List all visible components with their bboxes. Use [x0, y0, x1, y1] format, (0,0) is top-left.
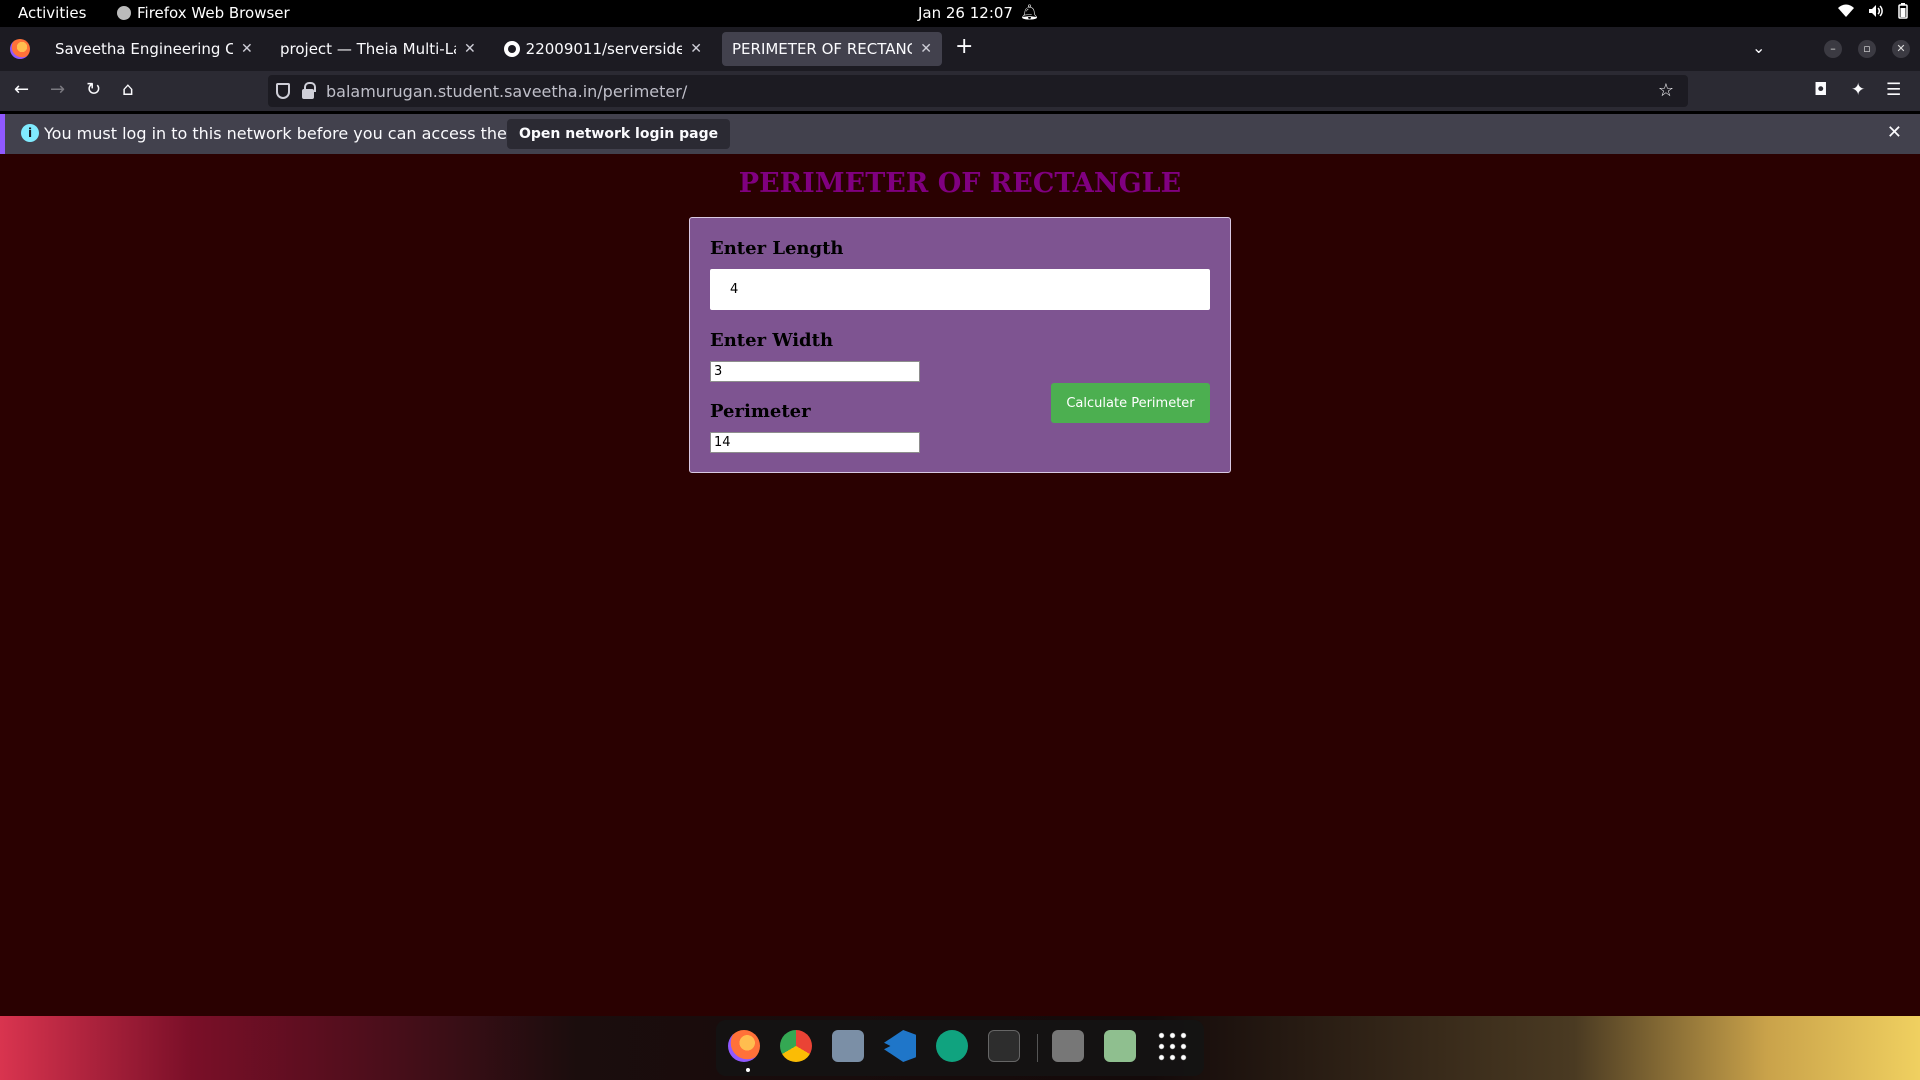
tab-close-icon[interactable]: ✕	[241, 41, 253, 57]
page-title: PERIMETER OF RECTANGLE	[738, 168, 1182, 199]
tab-perimeter[interactable]: PERIMETER OF RECTANGLE ✕	[722, 32, 942, 66]
firefox-view-icon[interactable]	[10, 39, 30, 59]
vscode-icon[interactable]	[884, 1030, 916, 1062]
home-icon[interactable]: ⌂	[122, 80, 133, 100]
dock-separator	[1037, 1034, 1038, 1062]
volume-icon	[1869, 5, 1883, 17]
tab-title: Saveetha Engineering Colleg	[55, 40, 233, 58]
width-input[interactable]	[710, 361, 920, 382]
url-bar[interactable]: balamurugan.student.saveetha.in/perimete…	[268, 75, 1688, 107]
forward-arrow-icon[interactable]: →	[50, 80, 65, 100]
reload-icon[interactable]: ↻	[86, 80, 101, 100]
length-input[interactable]	[710, 269, 1210, 310]
wifi-icon	[1838, 4, 1854, 17]
app-name: Firefox Web Browser	[137, 4, 290, 22]
github-icon	[504, 41, 520, 57]
chatgpt-icon[interactable]	[936, 1030, 968, 1062]
battery-icon	[1898, 3, 1908, 19]
list-all-tabs-chevron-down-icon[interactable]: ⌄	[1752, 38, 1765, 57]
tab-title: PERIMETER OF RECTANGLE	[732, 40, 912, 58]
app-menu[interactable]: Firefox Web Browser	[117, 4, 290, 22]
tab-github[interactable]: 22009011/serversidepro ✕	[494, 32, 712, 66]
url-text[interactable]: balamurugan.student.saveetha.in/perimete…	[326, 82, 687, 101]
chrome-icon[interactable]	[780, 1030, 812, 1062]
files-icon[interactable]	[832, 1030, 864, 1062]
perimeter-label: Perimeter	[710, 401, 811, 422]
maximize-button[interactable]: ▫	[1858, 40, 1876, 58]
menu-hamburger-icon[interactable]: ☰	[1886, 80, 1901, 100]
calculate-perimeter-button[interactable]: Calculate Perimeter	[1051, 383, 1210, 423]
tab-close-icon[interactable]: ✕	[464, 41, 476, 57]
drive-icon[interactable]	[1052, 1030, 1084, 1062]
url-path: /perimeter/	[597, 81, 688, 101]
lock-icon[interactable]	[302, 82, 316, 99]
url-host: balamurugan.student.saveetha.in	[326, 81, 598, 101]
tracking-protection-shield-icon[interactable]	[276, 83, 290, 99]
clock[interactable]: Jan 26 12:07	[918, 4, 1013, 22]
length-label: Enter Length	[710, 238, 844, 259]
activities-button[interactable]: Activities	[18, 4, 86, 22]
running-indicator	[746, 1068, 750, 1072]
bookmark-star-icon[interactable]: ☆	[1658, 80, 1674, 101]
tab-saveetha[interactable]: Saveetha Engineering Colleg ✕	[45, 32, 265, 66]
perimeter-form: Enter Length Enter Width Perimeter Calcu…	[689, 217, 1231, 473]
info-icon: i	[21, 124, 39, 142]
firefox-icon	[117, 6, 131, 20]
system-tray[interactable]	[1838, 3, 1908, 19]
width-label: Enter Width	[710, 330, 834, 351]
notification-bell-icon[interactable]: 🔔︎	[1020, 3, 1039, 21]
navigation-toolbar: ← → ↻ ⌂ balamurugan.student.saveetha.in/…	[0, 71, 1920, 111]
perimeter-output[interactable]	[710, 432, 920, 453]
back-arrow-icon[interactable]: ←	[14, 80, 29, 100]
new-tab-button[interactable]: +	[955, 34, 973, 59]
close-notification-icon[interactable]: ✕	[1887, 122, 1902, 143]
trash-icon[interactable]	[1104, 1030, 1136, 1062]
tab-title: project — Theia Multi-Langu	[280, 40, 456, 58]
terminal-icon[interactable]	[988, 1030, 1020, 1062]
app-grid-icon[interactable]	[1156, 1030, 1188, 1062]
minimize-button[interactable]: –	[1824, 40, 1842, 58]
tab-title: 22009011/serversidepro	[525, 40, 683, 58]
tab-close-icon[interactable]: ✕	[690, 41, 702, 57]
captive-portal-notification: i You must log in to this network before…	[0, 114, 1920, 154]
tab-theia[interactable]: project — Theia Multi-Langu ✕	[270, 32, 488, 66]
dock	[716, 1020, 1204, 1076]
pocket-icon[interactable]: ◘	[1814, 80, 1827, 100]
close-window-button[interactable]: ✕	[1892, 40, 1910, 58]
system-top-bar: Activities Firefox Web Browser Jan 26 12…	[0, 0, 1920, 27]
open-login-page-button[interactable]: Open network login page	[507, 119, 731, 149]
page-content: PERIMETER OF RECTANGLE Enter Length Ente…	[0, 154, 1920, 1016]
extensions-icon[interactable]: ✦	[1851, 80, 1865, 100]
notification-message: You must log in to this network before y…	[44, 124, 581, 143]
tab-close-icon[interactable]: ✕	[920, 41, 932, 57]
firefox-icon[interactable]	[728, 1030, 760, 1062]
